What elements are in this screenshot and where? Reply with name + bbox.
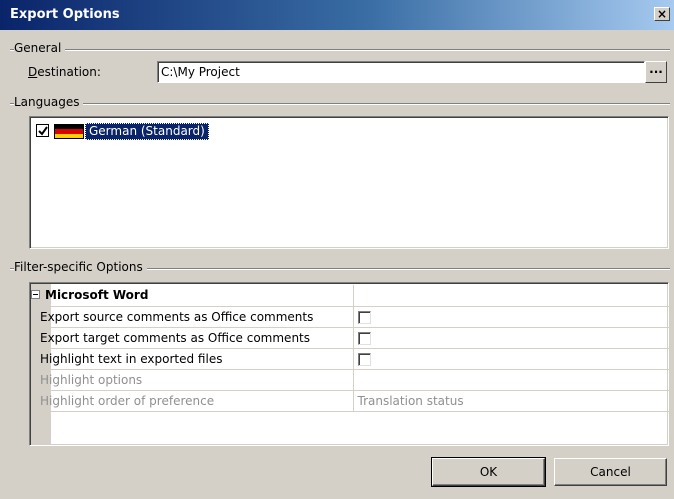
destination-label: Destination: [28, 65, 101, 79]
general-group-label: General [14, 41, 66, 55]
filter-group-label: Filter-specific Options [14, 260, 147, 274]
grid-row-highlight-order: Highlight order of preference Translatio… [36, 390, 669, 412]
browse-label: ... [649, 62, 663, 76]
row-value [353, 369, 669, 391]
window-title: Export Options [10, 7, 120, 22]
language-checkbox[interactable] [36, 124, 49, 137]
languages-group-label: Languages [14, 95, 84, 109]
export-target-comments-checkbox[interactable] [357, 331, 371, 345]
title-bar: Export Options × [0, 0, 674, 30]
category-label: Microsoft Word [45, 288, 149, 303]
grid-category-row[interactable]: Microsoft Word [31, 285, 669, 307]
filter-options-table: Microsoft Word Export source comments as… [31, 285, 669, 412]
languages-group-line [10, 103, 670, 105]
general-group-line [10, 49, 670, 51]
row-value: Translation status [353, 390, 669, 412]
row-label: Highlight text in exported files [36, 348, 354, 370]
cancel-button[interactable]: Cancel [554, 458, 667, 486]
row-label: Highlight order of preference [36, 390, 354, 412]
row-label: Highlight options [36, 369, 354, 391]
language-name: German (Standard) [85, 123, 209, 140]
ok-button[interactable]: OK [431, 457, 546, 487]
row-label: Export source comments as Office comment… [36, 306, 354, 328]
close-button[interactable]: × [654, 7, 670, 21]
category-value-cell [353, 285, 669, 307]
checkmark-icon [38, 126, 48, 136]
close-icon: × [656, 7, 668, 21]
german-flag-icon [54, 124, 84, 139]
browse-button[interactable]: ... [645, 61, 667, 83]
export-source-comments-checkbox[interactable] [357, 310, 371, 324]
highlight-text-checkbox[interactable] [357, 352, 371, 366]
grid-row-export-source-comments[interactable]: Export source comments as Office comment… [36, 306, 669, 328]
grid-row-export-target-comments[interactable]: Export target comments as Office comment… [36, 327, 669, 349]
destination-label-mnemonic: D [28, 65, 38, 79]
row-label: Export target comments as Office comment… [36, 327, 354, 349]
grid-row-highlight-text[interactable]: Highlight text in exported files [36, 348, 669, 370]
minus-expander-icon[interactable] [31, 290, 40, 300]
destination-input[interactable] [157, 61, 645, 83]
destination-label-rest: estination: [37, 65, 101, 79]
grid-row-highlight-options: Highlight options [36, 369, 669, 391]
